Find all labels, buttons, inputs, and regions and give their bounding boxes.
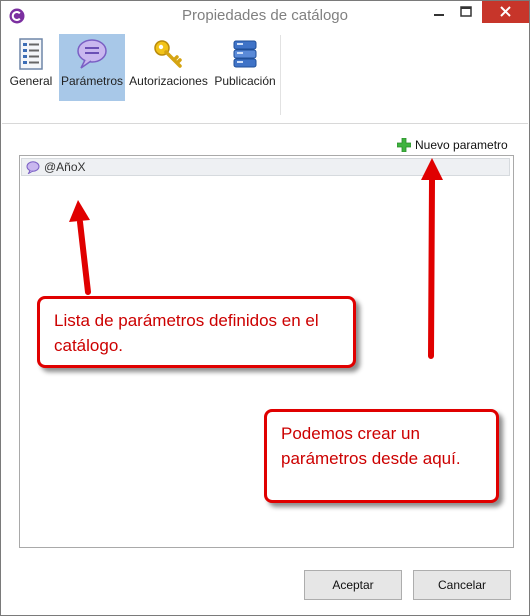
arrow-to-new-parameter bbox=[421, 158, 443, 359]
annotation-create-note: Podemos crear un parámetros desde aquí. bbox=[264, 409, 499, 503]
arrow-to-list bbox=[69, 200, 91, 295]
annotation-list-note: Lista de parámetros definidos en el catá… bbox=[37, 296, 356, 368]
